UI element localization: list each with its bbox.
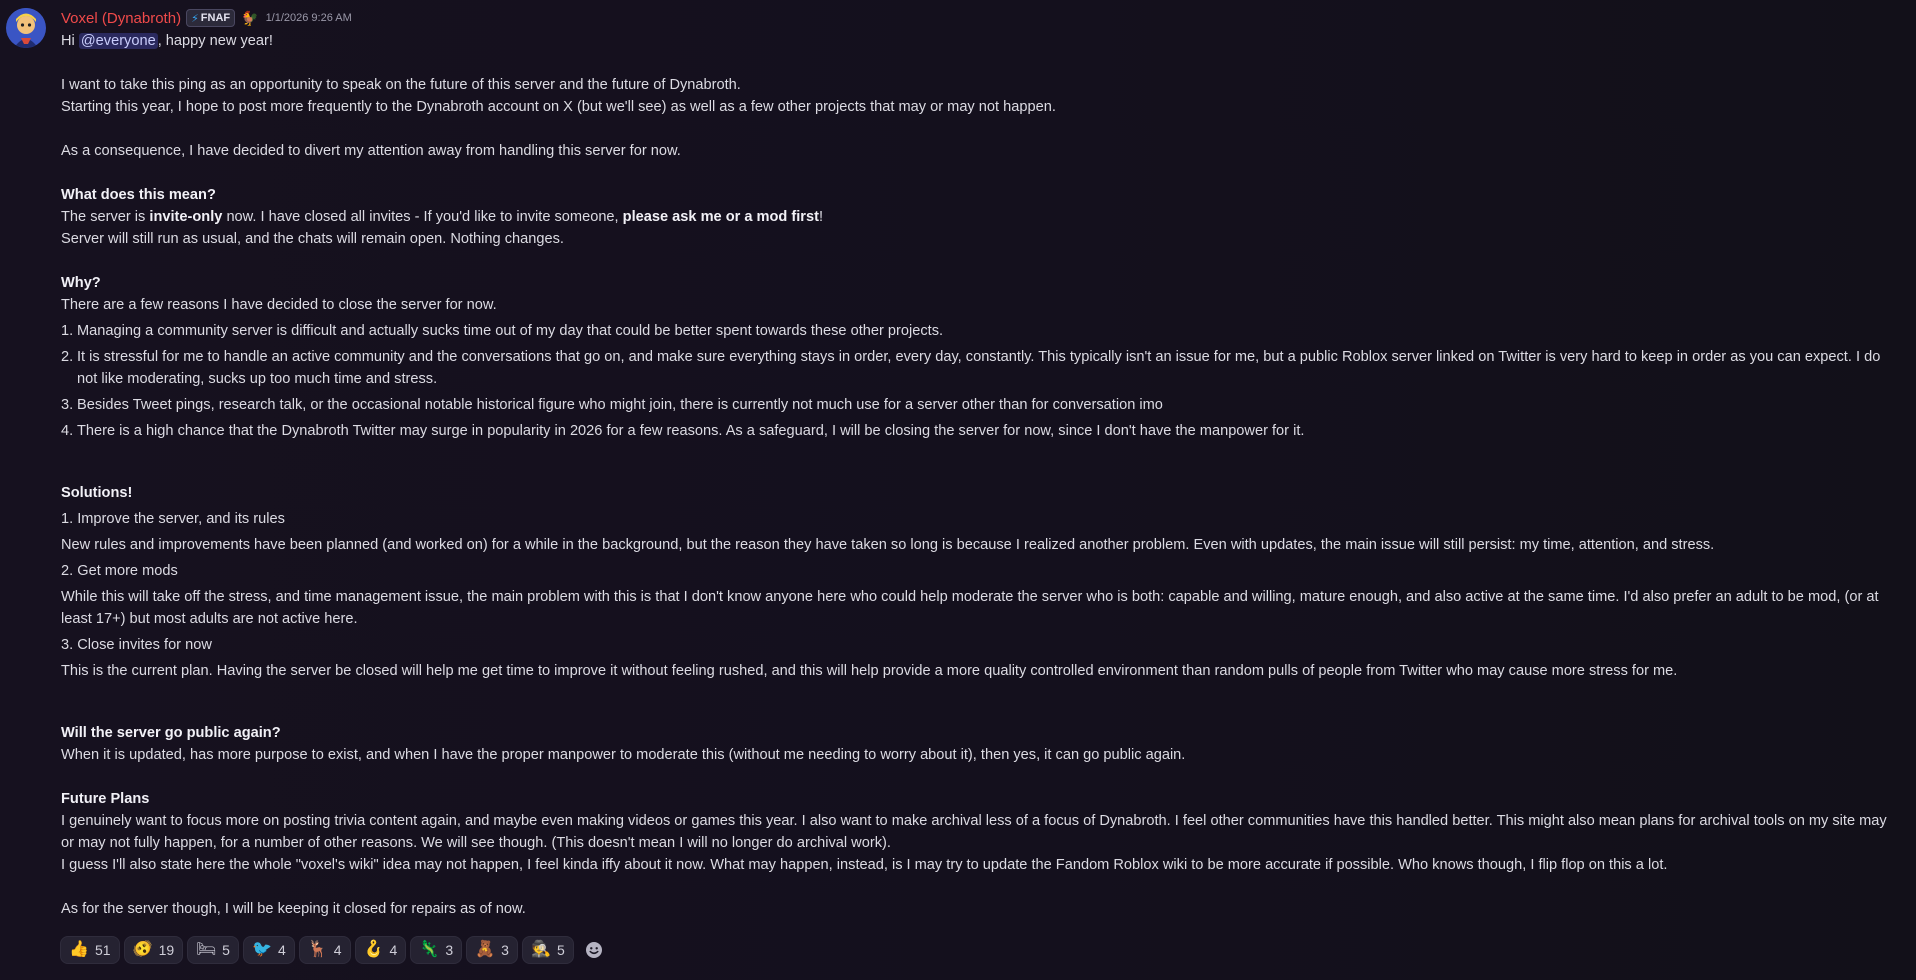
- list-number: 2.: [61, 349, 74, 365]
- reaction-count: 51: [95, 942, 111, 958]
- role-icon[interactable]: 🐓: [241, 10, 258, 27]
- section-heading-solutions: Solutions!: [61, 482, 1901, 504]
- paragraph: Starting this year, I hope to post more …: [61, 99, 1056, 115]
- paragraph: I guess I'll also state here the whole "…: [61, 857, 1668, 873]
- bold-text: invite-only: [149, 209, 223, 225]
- solution-title: 2. Get more mods: [61, 563, 178, 579]
- solution-text: This is the current plan. Having the ser…: [61, 663, 1678, 679]
- paragraph: As for the server though, I will be keep…: [61, 901, 526, 917]
- reaction-custom-detective[interactable]: 🕵 5: [521, 936, 574, 964]
- section-heading-public: Will the server go public again?: [61, 722, 1901, 744]
- thumbs-up-icon: 👍: [69, 941, 89, 958]
- heading-text: Will the server go public again?: [61, 725, 281, 741]
- list-item: 2. It is stressful for me to handle an ac…: [61, 346, 1901, 390]
- section-heading-what: What does this mean?: [61, 184, 1901, 206]
- custom-emoji-dark-bird-icon: 🐦: [251, 941, 272, 958]
- solution-text: New rules and improvements have been pla…: [61, 537, 1715, 553]
- solution-text: While this will take off the stress, and…: [61, 589, 1879, 627]
- reaction-shaking-face[interactable]: 🫨 19: [123, 936, 184, 964]
- reaction-count: 4: [333, 942, 342, 958]
- text-span: now. I have closed all invites - If you'…: [222, 209, 623, 225]
- add-reaction-smiley-icon: [585, 942, 602, 958]
- add-reaction-button[interactable]: [582, 938, 606, 962]
- section-heading-future: Future Plans: [61, 788, 1901, 810]
- list-text: There is a high chance that the Dynabrot…: [77, 423, 1305, 439]
- paragraph: As a consequence, I have decided to dive…: [61, 143, 681, 159]
- custom-emoji-red-hook-icon: 🪝: [363, 941, 384, 958]
- reaction-count: 3: [445, 942, 454, 958]
- list-number: 4.: [61, 423, 74, 439]
- message-content: Hi @everyone, happy new year! I want to …: [61, 30, 1901, 920]
- text-span: The server is: [61, 209, 150, 225]
- reaction-thumbs-up[interactable]: 👍 51: [60, 936, 120, 964]
- heading-text: What does this mean?: [61, 187, 216, 203]
- paragraph: The server is invite-only now. I have cl…: [61, 206, 1901, 228]
- list-number: 1.: [61, 323, 74, 339]
- list-text: Besides Tweet pings, research talk, or t…: [77, 397, 1163, 413]
- reaction-custom-red-hook[interactable]: 🪝 4: [354, 936, 407, 964]
- message-header: Voxel (Dynabroth) ⚡ FNAF 🐓 1/1/2026 9:26…: [61, 8, 352, 28]
- message-timestamp[interactable]: 1/1/2026 9:26 AM: [266, 12, 352, 24]
- shaking-face-icon: 🫨: [132, 941, 153, 958]
- server-tag[interactable]: ⚡ FNAF: [186, 9, 236, 27]
- user-avatar[interactable]: [6, 8, 46, 48]
- solution-title: 1. Improve the server, and its rules: [61, 511, 285, 527]
- solution-title: 3. Close invites for now: [61, 637, 212, 653]
- list-item: 4. There is a high chance that the Dynabr…: [61, 420, 1901, 442]
- greeting-text: Hi: [61, 33, 79, 49]
- lightning-icon: ⚡: [191, 12, 199, 25]
- list-number: 3.: [61, 397, 74, 413]
- greeting-text-end: , happy new year!: [157, 33, 273, 49]
- chat-message: Voxel (Dynabroth) ⚡ FNAF 🐓 1/1/2026 9:26…: [0, 0, 1916, 980]
- heading-text: Solutions!: [61, 485, 133, 501]
- custom-emoji-green-figure-icon: 🦎: [419, 941, 440, 958]
- list-item: 1. Managing a community server is difficu…: [61, 320, 1901, 342]
- reaction-count: 3: [501, 942, 509, 958]
- section-heading-why: Why?: [61, 272, 1901, 294]
- reaction-count: 4: [277, 942, 286, 958]
- list-item: 3. Besides Tweet pings, research talk, or…: [61, 394, 1901, 416]
- reaction-count: 5: [222, 942, 230, 958]
- heading-text: Why?: [61, 275, 101, 291]
- bold-text: please ask me or a mod first: [622, 209, 819, 225]
- text-span: !: [818, 209, 824, 225]
- custom-emoji-detective-icon: 🕵: [530, 941, 551, 958]
- reaction-bar: 👍 51 🫨 19 🛏 5 🐦 4 🦌 4 🪝 4 🦎 3 🧸 3 🕵 5: [60, 936, 606, 964]
- paragraph: There are a few reasons I have decided t…: [61, 297, 497, 313]
- server-tag-label: FNAF: [200, 12, 231, 24]
- custom-emoji-green-creature-icon: 🧸: [475, 941, 496, 958]
- reaction-custom-bed[interactable]: 🛏 5: [187, 936, 239, 964]
- paragraph: When it is updated, has more purpose to …: [61, 747, 1186, 763]
- everyone-mention[interactable]: @everyone: [78, 33, 158, 49]
- custom-emoji-bed-icon: 🛏: [196, 941, 217, 958]
- heading-text: Future Plans: [61, 791, 150, 807]
- reaction-custom-green-figure[interactable]: 🦎 3: [410, 936, 463, 964]
- reaction-custom-green-creature[interactable]: 🧸 3: [466, 936, 518, 964]
- list-text: Managing a community server is difficult…: [77, 323, 944, 339]
- reaction-count: 19: [158, 942, 175, 958]
- paragraph: I genuinely want to focus more on postin…: [61, 813, 1887, 851]
- reaction-count: 5: [556, 942, 565, 958]
- reaction-count: 4: [389, 942, 398, 958]
- paragraph: Server will still run as usual, and the …: [61, 231, 564, 247]
- reaction-custom-antler[interactable]: 🦌 4: [298, 936, 351, 964]
- reaction-custom-dark-bird[interactable]: 🐦 4: [242, 936, 295, 964]
- paragraph: I want to take this ping as an opportuni…: [61, 77, 741, 93]
- list-text: It is stressful for me to handle an acti…: [77, 349, 1881, 387]
- avatar-icon: [6, 8, 46, 48]
- greeting-line: Hi @everyone, happy new year!: [61, 30, 1901, 52]
- author-name[interactable]: Voxel (Dynabroth): [61, 10, 181, 27]
- custom-emoji-antler-icon: 🦌: [307, 941, 328, 958]
